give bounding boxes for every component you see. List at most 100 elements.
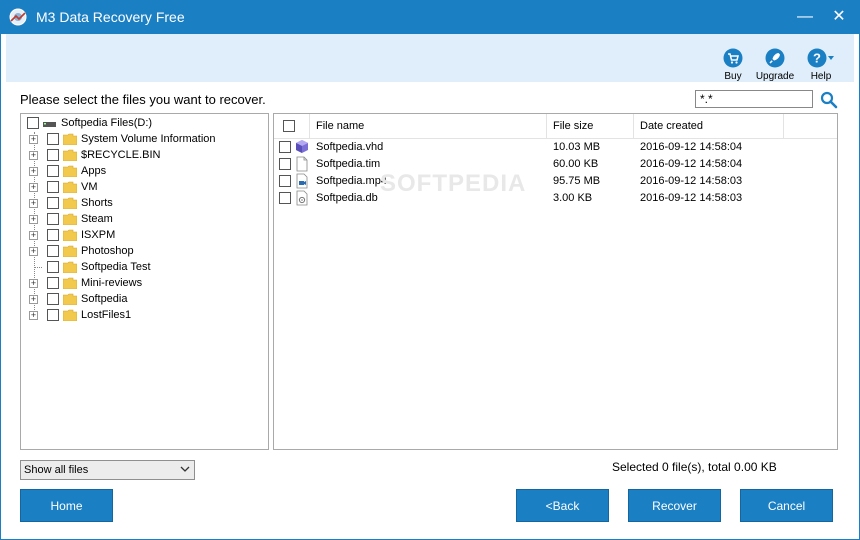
minimize-button[interactable]: —: [788, 0, 822, 34]
upgrade-label: Upgrade: [755, 71, 795, 82]
tree-item-label: Softpedia: [81, 293, 128, 305]
tree-item-label: $RECYCLE.BIN: [81, 149, 161, 161]
expand-icon[interactable]: +: [29, 199, 38, 208]
back-button[interactable]: <Back: [516, 489, 609, 522]
folder-icon: [63, 165, 77, 177]
tree-item-label: Photoshop: [81, 245, 134, 257]
folder-icon: [63, 293, 77, 305]
column-header-size[interactable]: File size: [547, 114, 634, 138]
expand-icon[interactable]: +: [29, 151, 38, 160]
file-checkbox[interactable]: [279, 192, 291, 204]
file-date: 2016-09-12 14:58:04: [640, 141, 743, 153]
file-date: 2016-09-12 14:58:03: [640, 175, 743, 187]
title-bar: M3 Data Recovery Free — ✕: [0, 0, 860, 34]
selection-status: Selected 0 file(s), total 0.00 KB: [612, 460, 777, 474]
file-name: Softpedia.mp4: [316, 175, 387, 187]
expand-icon[interactable]: +: [29, 279, 38, 288]
window-title: M3 Data Recovery Free: [36, 9, 185, 25]
tree-item-checkbox[interactable]: [47, 293, 59, 305]
folder-icon: [63, 197, 77, 209]
file-name: Softpedia.tim: [316, 158, 381, 170]
tree-item-label: LostFiles1: [81, 309, 132, 321]
file-size: 3.00 KB: [553, 192, 593, 204]
buy-label: Buy: [724, 71, 742, 82]
file-name: Softpedia.vhd: [316, 141, 384, 153]
search-icon[interactable]: [820, 91, 838, 109]
tree-item-label: Shorts: [81, 197, 113, 209]
tree-item-checkbox[interactable]: [47, 261, 59, 273]
tree-item-checkbox[interactable]: [47, 213, 59, 225]
help-icon: ?: [807, 48, 834, 68]
tree-item-label: ISXPM: [81, 229, 116, 241]
file-row[interactable]: Softpedia.mp4 95.75 MB 2016-09-12 14:58:…: [274, 173, 837, 190]
column-header-date[interactable]: Date created: [634, 114, 784, 138]
tree-item-checkbox[interactable]: [47, 197, 59, 209]
file-row[interactable]: Softpedia.db 3.00 KB 2016-09-12 14:58:03: [274, 190, 837, 207]
expand-icon[interactable]: +: [29, 311, 38, 320]
select-all-checkbox[interactable]: [283, 120, 295, 132]
root-checkbox[interactable]: [27, 117, 39, 129]
drive-icon: [43, 122, 56, 127]
expand-icon[interactable]: +: [29, 247, 38, 256]
tree-leaf-connector: [34, 267, 42, 268]
tree-item-checkbox[interactable]: [47, 309, 59, 321]
close-button[interactable]: ✕: [822, 0, 856, 34]
expand-icon[interactable]: +: [29, 167, 38, 176]
upgrade-button[interactable]: Upgrade: [754, 48, 796, 82]
vhd-file-icon: [296, 140, 308, 153]
file-size: 60.00 KB: [553, 158, 599, 170]
blank-file-icon: [296, 156, 308, 172]
column-header-name[interactable]: File name: [310, 114, 547, 138]
folder-tree[interactable]: Softpedia Files(D:) + System Volume Info…: [20, 113, 269, 450]
tree-item-checkbox[interactable]: [47, 149, 59, 161]
tree-item-label: System Volume Information: [81, 133, 216, 145]
expand-icon[interactable]: +: [29, 135, 38, 144]
file-checkbox[interactable]: [279, 141, 291, 153]
app-logo-icon: [9, 8, 27, 26]
tree-item-checkbox[interactable]: [47, 133, 59, 145]
file-filter-selected: Show all files: [24, 464, 89, 476]
recover-button[interactable]: Recover: [628, 489, 721, 522]
root-label: Softpedia Files(D:): [61, 117, 153, 129]
db-file-icon: [296, 190, 308, 206]
tree-item-checkbox[interactable]: [47, 181, 59, 193]
rocket-icon: [765, 48, 785, 68]
file-checkbox[interactable]: [279, 175, 291, 187]
file-filter-input[interactable]: [695, 90, 813, 108]
expand-icon[interactable]: +: [29, 295, 38, 304]
buy-button[interactable]: Buy: [712, 48, 754, 82]
folder-icon: [63, 309, 77, 321]
tree-item-label: Apps: [81, 165, 107, 177]
tree-item-checkbox[interactable]: [47, 229, 59, 241]
expand-icon[interactable]: +: [29, 183, 38, 192]
expand-icon[interactable]: +: [29, 215, 38, 224]
file-name: Softpedia.db: [316, 192, 378, 204]
folder-icon: [63, 133, 77, 145]
tree-item-checkbox[interactable]: [47, 165, 59, 177]
file-list-header: File name File size Date created: [274, 114, 837, 139]
file-date: 2016-09-12 14:58:04: [640, 158, 743, 170]
select-all-column: [274, 114, 310, 138]
folder-icon: [63, 229, 77, 241]
tree-item-checkbox[interactable]: [47, 277, 59, 289]
tree-item-label: Steam: [81, 213, 113, 225]
help-button[interactable]: ? Help: [800, 48, 842, 82]
file-filter-dropdown[interactable]: Show all files: [20, 460, 195, 480]
file-row[interactable]: Softpedia.vhd 10.03 MB 2016-09-12 14:58:…: [274, 139, 837, 156]
file-list[interactable]: File name File size Date created Softped…: [273, 113, 838, 450]
cancel-button[interactable]: Cancel: [740, 489, 833, 522]
cart-icon: [723, 48, 743, 68]
file-size: 10.03 MB: [553, 141, 601, 153]
tree-item-label: Softpedia Test: [81, 261, 151, 273]
video-file-icon: [296, 173, 308, 189]
file-row[interactable]: Softpedia.tim 60.00 KB 2016-09-12 14:58:…: [274, 156, 837, 173]
chevron-down-icon: [180, 466, 190, 472]
home-button[interactable]: Home: [20, 489, 113, 522]
expand-icon[interactable]: +: [29, 231, 38, 240]
file-size: 95.75 MB: [553, 175, 601, 187]
tree-item-label: Mini-reviews: [81, 277, 143, 289]
watermark: SOFTPEDIA: [380, 170, 527, 197]
folder-icon: [63, 181, 77, 193]
tree-item-checkbox[interactable]: [47, 245, 59, 257]
file-checkbox[interactable]: [279, 158, 291, 170]
